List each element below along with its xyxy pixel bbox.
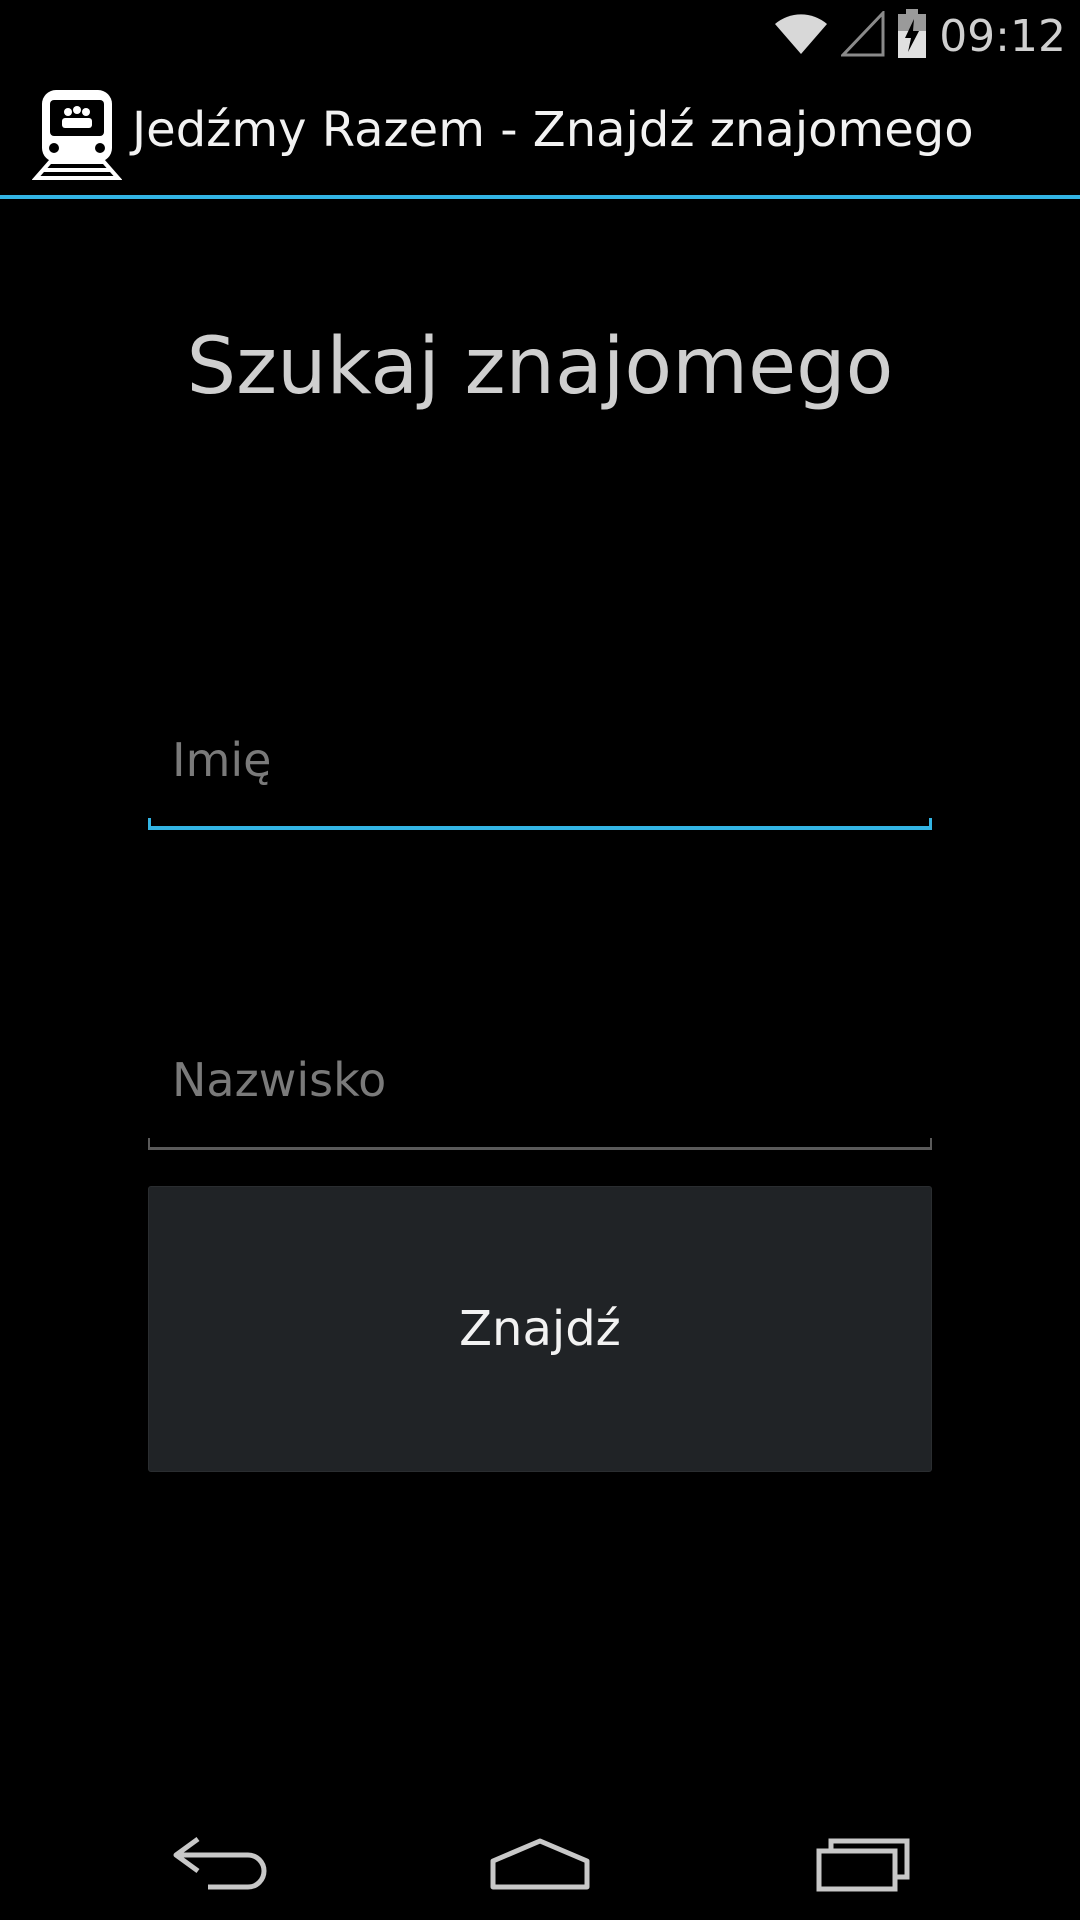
back-icon[interactable] xyxy=(165,1828,275,1898)
app-title: Jedźmy Razem - Znajdź znajomego xyxy=(132,102,974,158)
screen: 09:12 Jedźmy Razem - Znajdź znajomego Sz… xyxy=(0,0,1080,1920)
action-bar-divider xyxy=(0,195,1080,199)
status-time: 09:12 xyxy=(939,10,1066,62)
page-title: Szukaj znajomego xyxy=(186,322,894,412)
wifi-icon xyxy=(773,12,829,60)
last-name-field-container xyxy=(148,1030,932,1150)
status-icons: 09:12 xyxy=(773,6,1066,66)
action-bar: Jedźmy Razem - Znajdź znajomego xyxy=(0,70,1080,196)
train-icon[interactable] xyxy=(31,88,123,180)
last-name-underline xyxy=(148,1138,932,1150)
first-name-input[interactable] xyxy=(148,710,932,810)
find-button[interactable]: Znajdź xyxy=(148,1186,932,1472)
first-name-underline xyxy=(148,818,932,830)
home-icon[interactable] xyxy=(485,1828,595,1898)
last-name-input[interactable] xyxy=(148,1030,932,1130)
first-name-field-container xyxy=(148,710,932,830)
battery-charging-icon xyxy=(897,9,927,63)
recent-apps-icon[interactable] xyxy=(808,1828,918,1898)
status-bar: 09:12 xyxy=(0,0,1080,70)
navigation-bar xyxy=(0,1800,1080,1920)
signal-icon xyxy=(839,9,885,61)
